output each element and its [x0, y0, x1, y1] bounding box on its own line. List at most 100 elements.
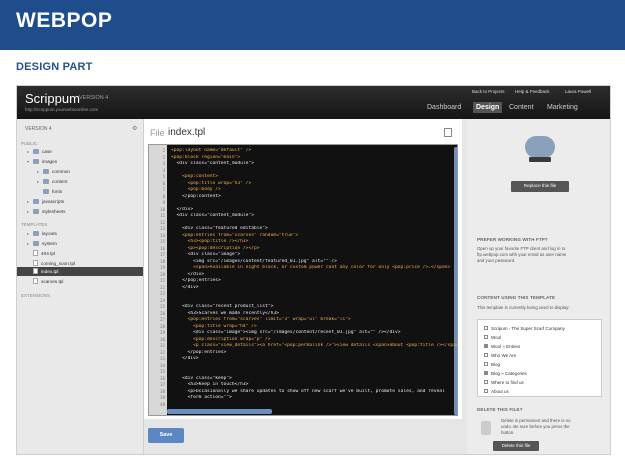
section-public[interactable]: PUBLIC — [21, 141, 37, 146]
line-number: 7 — [162, 187, 165, 192]
folder-icon — [43, 169, 49, 174]
ftp-text-line: and your password. — [477, 258, 516, 263]
line-number: 4 — [162, 167, 165, 173]
tree-item-404[interactable]: 404.tpl — [27, 249, 55, 258]
checkbox-icon[interactable] — [484, 353, 488, 357]
help-feedback-link[interactable]: Help & Feedback — [515, 89, 550, 94]
line-number: 10 — [160, 206, 165, 212]
upload-base-icon — [529, 157, 551, 162]
checkbox-icon[interactable] — [484, 362, 488, 366]
upload-cloud-icon — [525, 136, 555, 158]
code-line: <form action=""> — [171, 395, 232, 400]
line-number: 34 — [160, 362, 165, 368]
line-number: 22 — [160, 284, 165, 290]
code-line: <h3><pop:title /></h3> — [171, 239, 249, 244]
folder-icon — [33, 241, 39, 246]
nav-dashboard[interactable]: Dashboard — [427, 104, 461, 111]
code-line: <div class="keep"> — [171, 375, 232, 381]
folder-icon — [33, 199, 39, 204]
code-line: <div class="content_module"> — [171, 161, 254, 166]
code-line: <pop:title wrap="h4" /> — [171, 323, 257, 329]
line-number: 24 — [160, 297, 165, 303]
copy-icon[interactable] — [444, 128, 452, 137]
code-line: <pop:entries from="scarves" random="true… — [171, 232, 299, 238]
template-usage-item[interactable]: Wool » Entries — [484, 343, 520, 350]
template-usage-item[interactable]: Who We Are — [484, 352, 516, 359]
gear-icon[interactable]: ⚙ — [132, 125, 137, 132]
tree-item-images[interactable]: ▾ images — [27, 157, 57, 166]
template-usage-label: Blog — [491, 362, 501, 367]
code-editor[interactable]: 1 <pop:layout name="default" /> 2 <pop:bloc… — [148, 144, 458, 416]
line-number: 12 — [160, 219, 165, 225]
template-usage-item[interactable]: Scripum - The Super Scarf Company — [484, 325, 565, 332]
tree-item-system[interactable]: ▸ system — [27, 239, 57, 248]
line-number: 1 — [162, 148, 165, 153]
line-number: 23 — [160, 291, 165, 296]
banner-title: WEBPOP — [16, 9, 113, 32]
checkbox-icon[interactable] — [484, 371, 488, 375]
tree-item-index[interactable]: index.tpl — [27, 267, 58, 276]
template-usage-label: About us — [491, 389, 509, 394]
line-number: 35 — [160, 369, 165, 374]
template-usage-label: Who We Are — [491, 353, 517, 358]
sidebar: VERSION 4 ⚙ PUBLIC ▸ case ▾ images ▸ common… — [17, 119, 144, 454]
replace-file-button[interactable]: Replace this file — [511, 181, 569, 192]
nav-marketing[interactable]: Marketing — [547, 104, 578, 111]
checkbox-icon[interactable] — [484, 335, 488, 339]
tree-item-fonts[interactable]: fonts — [37, 187, 62, 196]
template-usage-label: Wool » Entries — [491, 344, 521, 349]
save-button[interactable]: Save — [148, 428, 184, 443]
line-number: 3 — [162, 161, 165, 166]
template-usage-list: Scripum - The Super Scarf Company Wool Woo… — [477, 319, 602, 397]
code-line: <pop:layout name="default" /> — [171, 148, 252, 153]
line-number: 13 — [160, 226, 165, 231]
nav-design[interactable]: Design — [473, 102, 503, 113]
tree-item-scarves[interactable]: scarves.tpl — [27, 277, 63, 286]
back-to-projects-link[interactable]: Back to Projects — [472, 89, 505, 94]
checkbox-icon[interactable] — [484, 326, 488, 330]
delete-heading: DELETE THIS FILE? — [477, 407, 523, 412]
line-number: 17 — [160, 252, 165, 257]
template-usage-item[interactable]: Blog » Categories — [484, 370, 527, 377]
checkbox-icon[interactable] — [484, 389, 488, 393]
site-url[interactable]: http://scrippum.yourwebtoonline.com — [25, 107, 98, 112]
tree-item-javascripts[interactable]: ▸ javascripts — [27, 197, 64, 206]
editor-panel: File index.tpl 1 <pop:layout name="defaul… — [144, 119, 462, 419]
line-number: 39 — [160, 395, 165, 400]
line-number: 9 — [162, 200, 165, 205]
line-number: 36 — [160, 375, 165, 381]
template-usage-item[interactable]: Where to find us — [484, 379, 524, 386]
folder-icon — [33, 159, 39, 164]
code-line: <div class="featured editable"> — [171, 226, 268, 231]
tree-item-common[interactable]: ▸ common — [37, 167, 70, 176]
section-templates[interactable]: TEMPLATES — [21, 222, 47, 227]
template-usage-item[interactable]: Wool — [484, 334, 501, 341]
code-line: <h3>Scarves we made recently</h3> — [171, 310, 279, 316]
file-label: File — [150, 128, 165, 138]
version-select[interactable]: VERSION 4 — [25, 126, 52, 132]
folder-icon — [33, 231, 39, 236]
tree-item-case[interactable]: ▸ case — [27, 147, 52, 156]
code-line: <pop:block region="main"> — [171, 154, 241, 160]
template-usage-item[interactable]: Blog — [484, 361, 500, 368]
tree-item-layouts[interactable]: ▸ layouts — [27, 229, 57, 238]
tree-item-stylesheets[interactable]: ▸ stylesheets — [27, 207, 65, 216]
tree-item-content[interactable]: ▸ content — [37, 177, 67, 186]
using-text: This template is currently being used to… — [477, 305, 570, 310]
user-menu[interactable]: Laura Powell — [565, 89, 591, 94]
section-extensions[interactable]: EXTENSIONS — [21, 293, 50, 298]
horizontal-scrollbar[interactable] — [167, 409, 272, 414]
delete-file-button[interactable]: Delete this file — [493, 441, 539, 451]
file-icon — [33, 260, 38, 266]
code-line: <div class="image"><img src="/images/con… — [171, 330, 401, 335]
line-number: 2 — [162, 154, 165, 160]
app-brand: Scrippum — [25, 91, 80, 106]
template-usage-label: Wool — [491, 335, 502, 340]
checkbox-icon[interactable] — [484, 380, 488, 384]
line-number: 6 — [162, 180, 165, 186]
checkbox-icon[interactable] — [484, 344, 488, 348]
template-usage-item[interactable]: About us — [484, 388, 509, 395]
nav-content[interactable]: Content — [509, 104, 534, 111]
code-line: <span>Available in night black, or custo… — [171, 265, 451, 270]
line-number: 40 — [160, 401, 165, 407]
